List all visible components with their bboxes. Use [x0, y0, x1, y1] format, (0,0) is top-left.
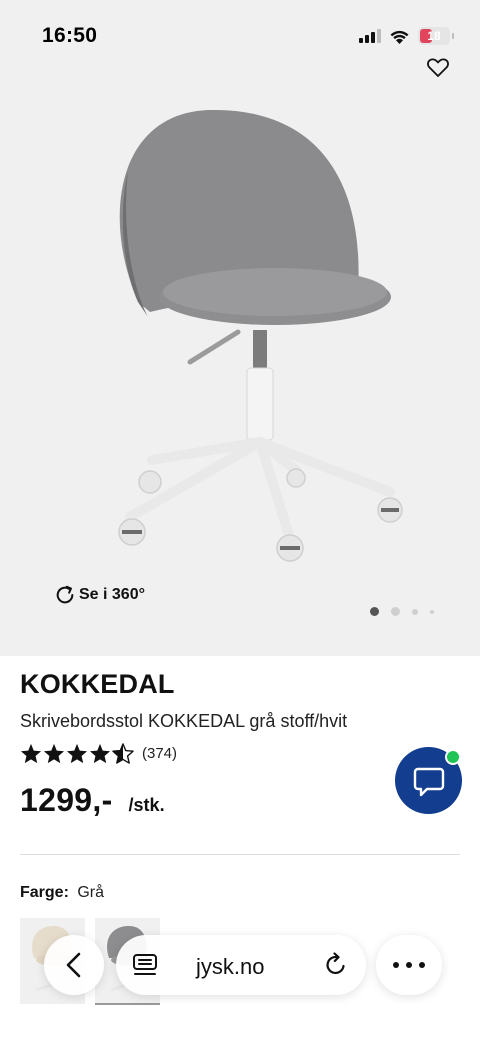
- product-price: 1299,-: [20, 782, 113, 818]
- status-time: 16:50: [42, 24, 98, 47]
- address-bar[interactable]: jysk.no: [116, 935, 366, 995]
- color-label: Farge:: [20, 884, 69, 901]
- view-360-button[interactable]: Se i 360°: [54, 584, 145, 606]
- url-text[interactable]: jysk.no: [196, 954, 264, 980]
- star-icon: [89, 743, 111, 764]
- browser-toolbar: jysk.no: [0, 928, 480, 1039]
- gallery-dot[interactable]: [430, 609, 434, 614]
- gallery-dot[interactable]: [370, 607, 379, 616]
- product-gallery[interactable]: Se i 360°: [0, 0, 480, 656]
- rotate-icon: [56, 585, 74, 604]
- product-description: Skrivebordsstol KOKKEDAL grå stoff/hvit: [20, 711, 348, 731]
- review-count[interactable]: (374): [142, 745, 177, 762]
- price-unit: /stk.: [128, 795, 165, 815]
- reader-mode-icon[interactable]: [132, 953, 158, 977]
- cellular-signal-icon: [359, 29, 381, 43]
- more-options-button[interactable]: [376, 935, 442, 995]
- battery-level: 18: [427, 29, 441, 43]
- status-bar: 16:50 18: [0, 0, 480, 60]
- star-icon: [20, 743, 42, 764]
- chat-button[interactable]: [395, 747, 462, 814]
- star-icon: [66, 743, 88, 764]
- reload-icon[interactable]: [323, 952, 349, 978]
- product-image: [118, 109, 403, 562]
- divider: [20, 854, 460, 855]
- rating-stars: [20, 743, 134, 764]
- wifi-icon: [390, 30, 409, 44]
- more-dots-icon: [393, 962, 425, 968]
- back-button[interactable]: [44, 935, 104, 995]
- product-rating[interactable]: (374): [20, 743, 177, 764]
- battery-icon: 18: [418, 27, 450, 45]
- star-icon: [43, 743, 65, 764]
- gallery-pagination[interactable]: [370, 607, 434, 616]
- status-icons: 18: [359, 27, 454, 45]
- gallery-dot[interactable]: [391, 607, 400, 616]
- heart-icon[interactable]: [426, 55, 450, 79]
- gallery-dot[interactable]: [412, 608, 418, 615]
- view-360-label: Se i 360°: [79, 586, 145, 603]
- price-row: 1299,- /stk.: [20, 782, 165, 819]
- chevron-left-icon: [66, 952, 81, 978]
- color-value: Grå: [77, 884, 105, 901]
- chat-bubble-icon: [413, 767, 444, 796]
- product-title: KOKKEDAL: [20, 669, 175, 699]
- half-star-icon: [112, 743, 134, 764]
- online-indicator: [445, 749, 461, 765]
- color-selector-label: Farge: Grå: [20, 884, 104, 902]
